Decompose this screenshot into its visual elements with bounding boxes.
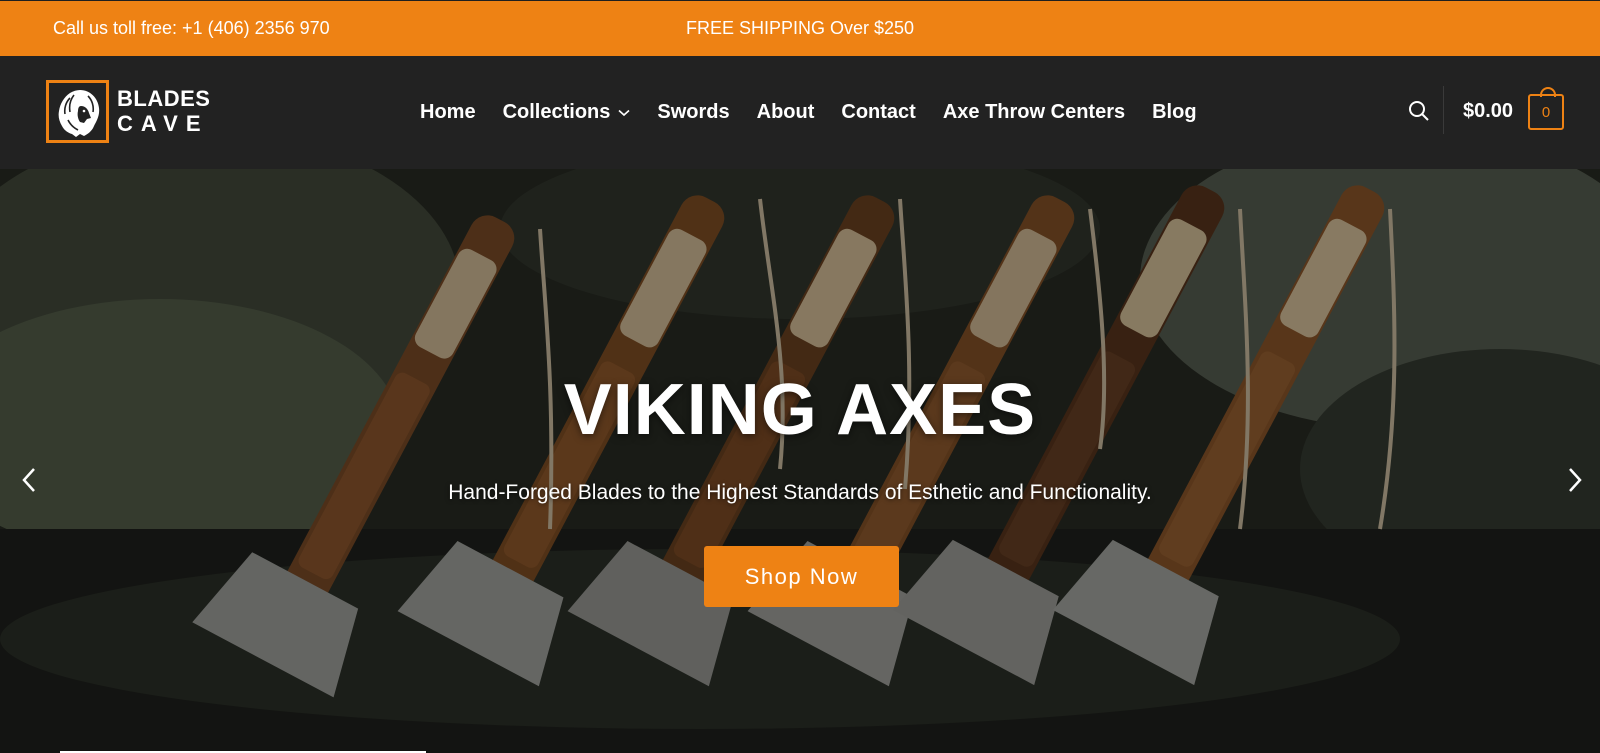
header-divider	[1443, 86, 1444, 134]
hero-dark-overlay	[0, 169, 1600, 753]
toll-free-phone[interactable]: Call us toll free: +1 (406) 2356 970	[53, 18, 330, 39]
nav-item-label: Blog	[1152, 101, 1197, 123]
hero-subtitle: Hand-Forged Blades to the Highest Standa…	[448, 481, 1152, 504]
lion-head-icon	[46, 80, 109, 143]
nav-item-blog[interactable]: Blog	[1152, 101, 1196, 124]
nav-item-collections[interactable]: Collections	[503, 101, 631, 124]
nav-item-label: Axe Throw Centers	[942, 101, 1126, 123]
chevron-left-icon[interactable]	[19, 465, 39, 495]
nav-item-about[interactable]: About	[757, 101, 815, 124]
nav-item-label: Contact	[841, 101, 916, 123]
nav-item-label: About	[756, 101, 815, 123]
nav-item-label: Swords	[657, 101, 730, 123]
site-logo[interactable]: BLADES CAVE	[46, 80, 210, 143]
cart-button[interactable]: 0	[1528, 87, 1564, 130]
hero-title: VIKING AXES	[563, 370, 1037, 450]
nav-item-home[interactable]: Home	[420, 101, 476, 124]
chevron-down-icon	[618, 109, 630, 117]
nav-item-swords[interactable]: Swords	[657, 101, 729, 124]
cart-count-badge: 0	[1541, 103, 1551, 121]
cart-total[interactable]: $0.00	[1463, 100, 1513, 123]
shop-now-button[interactable]: Shop Now	[704, 546, 899, 607]
hero-slider: VIKING AXES Hand-Forged Blades to the Hi…	[0, 169, 1600, 753]
site-header: BLADES CAVE Home Collections Swords Abou…	[0, 56, 1600, 169]
main-nav: Home Collections Swords About Contact Ax…	[420, 56, 1224, 169]
chevron-right-icon[interactable]	[1565, 465, 1585, 495]
logo-text-line2: CAVE	[117, 111, 209, 136]
top-announcement-bar: Call us toll free: +1 (406) 2356 970 FRE…	[0, 0, 1600, 56]
nav-item-label: Home	[420, 101, 476, 123]
search-icon[interactable]	[1407, 99, 1431, 123]
logo-text-line1: BLADES	[117, 86, 211, 111]
nav-item-label: Collections	[502, 101, 611, 123]
nav-item-contact[interactable]: Contact	[841, 101, 915, 124]
nav-item-axe-throw-centers[interactable]: Axe Throw Centers	[943, 101, 1125, 124]
